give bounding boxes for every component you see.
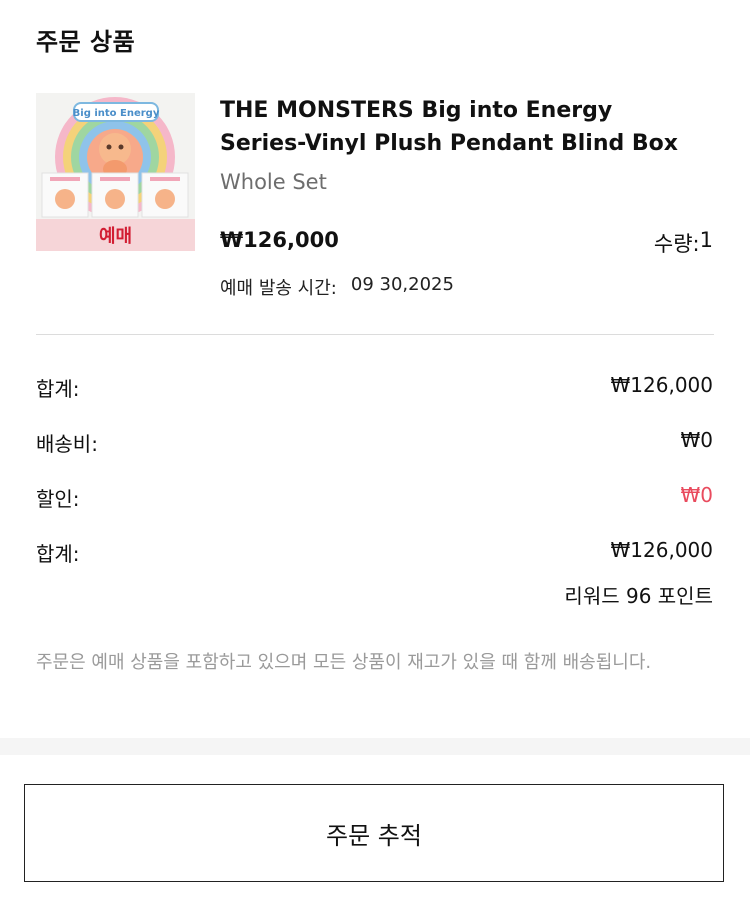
product-quantity: 수량: 1 [654,228,713,258]
divider [36,334,714,335]
shipping-value: ₩0 [680,428,714,452]
discount-value: ₩0 [680,483,714,507]
section-separator [0,738,750,755]
total-row: 합계: ₩126,000 [36,538,713,567]
shipping-row: 배송비: ₩0 [36,428,713,457]
shipping-label: 배송비: [36,432,98,456]
product-image-logo-text: Big into Energy [73,108,160,119]
subtotal-row: 합계: ₩126,000 [36,373,713,402]
reward-points: 리워드 96 포인트 [564,584,713,608]
track-order-button[interactable]: 주문 추적 [24,784,724,882]
product-name[interactable]: THE MONSTERS Big into Energy Series-Viny… [220,94,690,160]
preorder-badge: 예매 [36,219,195,251]
product-thumbnail[interactable]: Big into Energy 예매 [36,93,195,251]
subtotal-label: 합계: [36,377,80,401]
product-variant: Whole Set [220,170,327,194]
total-label: 합계: [36,542,80,566]
preorder-ship-time: 예매 발송 시간: 09 30,2025 [220,274,454,300]
quantity-label: 수량: [653,232,700,256]
preorder-notice: 주문은 예매 상품을 포함하고 있으며 모든 상품이 재고가 있을 때 함께 배… [36,652,652,673]
discount-row: 할인: ₩0 [36,483,713,512]
preorder-ship-label: 예매 발송 시간: [220,278,337,299]
subtotal-value: ₩126,000 [610,373,713,397]
total-value: ₩126,000 [610,538,713,562]
blind-box-product-image: Big into Energy [36,93,195,219]
preorder-ship-date: 09 30,2025 [350,274,454,295]
product-price: ₩126,000 [220,228,339,252]
section-title: 주문 상품 [36,28,136,56]
quantity-value: 1 [699,228,713,252]
discount-label: 할인: [36,487,80,511]
